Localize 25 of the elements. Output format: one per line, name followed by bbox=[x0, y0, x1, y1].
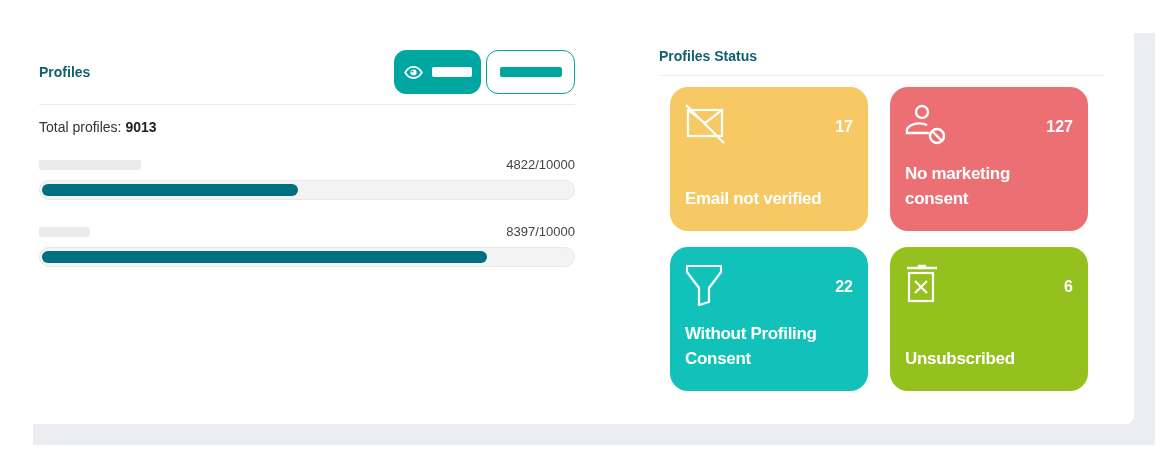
status-card[interactable]: 6 Unsubscribed bbox=[890, 247, 1088, 391]
status-card[interactable]: 127 No marketing consent bbox=[890, 87, 1088, 231]
redacted-label bbox=[431, 67, 472, 77]
total-profiles-text: Total profiles: 9013 bbox=[39, 119, 158, 135]
section-title: Profiles bbox=[39, 64, 91, 80]
card-label: Unsubscribed bbox=[905, 348, 1016, 370]
view-button[interactable] bbox=[394, 50, 481, 94]
status-card[interactable]: 22 Without Profiling Consent bbox=[670, 247, 868, 391]
action-button[interactable] bbox=[486, 50, 575, 94]
eye-icon bbox=[403, 65, 423, 79]
progress-reading: 4822/10000 bbox=[506, 157, 575, 172]
funnel-icon bbox=[685, 264, 725, 306]
card-label: Without Profiling Consent bbox=[685, 323, 818, 370]
section-title: Profiles Status bbox=[659, 48, 1104, 76]
card-count: 17 bbox=[835, 118, 853, 136]
card-label: No marketing consent bbox=[905, 163, 1012, 210]
status-card[interactable]: 17 Email not verified bbox=[670, 87, 868, 231]
card-count: 22 bbox=[835, 278, 853, 296]
card-count: 6 bbox=[1064, 278, 1073, 296]
card-label: Email not verified bbox=[685, 188, 823, 210]
progress-reading: 8397/10000 bbox=[506, 224, 575, 239]
envelope-crossed-icon bbox=[685, 104, 725, 146]
person-blocked-icon bbox=[905, 104, 945, 146]
card-count: 127 bbox=[1046, 118, 1073, 136]
redacted-label bbox=[499, 67, 562, 77]
